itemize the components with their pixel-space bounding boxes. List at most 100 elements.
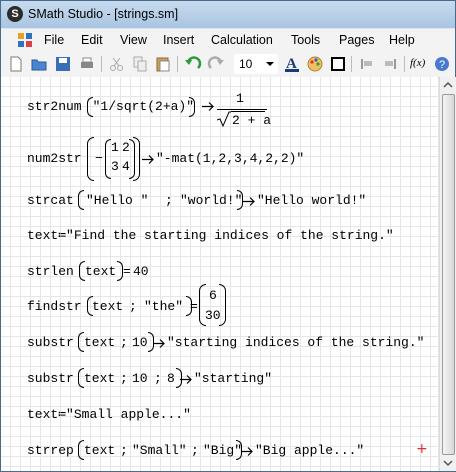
menu-insert[interactable]: Insert [163, 33, 194, 47]
expr-substr[interactable]: substr [27, 335, 74, 350]
argument: text [84, 371, 116, 386]
new-file-icon[interactable] [7, 55, 25, 73]
string-literal: "Find the starting indices of the string… [66, 228, 394, 243]
undo-icon[interactable] [184, 55, 202, 73]
string-literal: "Small apple..." [66, 407, 191, 422]
expr-num2str[interactable]: num2str [27, 151, 82, 166]
color-palette-icon[interactable] [306, 55, 324, 73]
argument: text [84, 443, 116, 458]
arrow-icon [243, 197, 255, 206]
matrix-cell: 1 [111, 140, 119, 155]
vertical-scrollbar[interactable] [439, 77, 456, 471]
arrow-icon [142, 155, 154, 164]
argument: text [85, 264, 117, 279]
scroll-down-icon[interactable] [440, 455, 456, 471]
argument: 10 [132, 371, 148, 386]
title-bar[interactable]: S SMath Studio - [strings.sm] [1, 1, 455, 28]
expr-findstr[interactable]: findstr [27, 299, 82, 314]
copy-icon[interactable] [131, 55, 149, 73]
menu-help[interactable]: Help [389, 33, 415, 47]
font-size-select[interactable]: 10 [234, 54, 278, 74]
toolbar-separator [351, 56, 352, 72]
worksheet-canvas[interactable]: str2num "1/sqrt(2+a)" 1 2 + a num2str − 1… [1, 77, 438, 471]
string-literal: "the" [144, 299, 184, 314]
left-paren [78, 190, 84, 210]
help-icon[interactable]: ? [433, 55, 451, 73]
result-value: 40 [133, 264, 149, 279]
font-color-icon[interactable]: A [283, 55, 301, 73]
matrix-cell: 3 [111, 159, 119, 174]
expr-assign-text[interactable]: text≔"Small apple..." [27, 407, 191, 422]
menu-calculation[interactable]: Calculation [211, 33, 273, 47]
save-icon[interactable] [54, 55, 72, 73]
string-literal: "1/sqrt(2+a)" [92, 99, 195, 114]
function-name: substr [27, 371, 74, 386]
vector-right-bracket [219, 284, 226, 326]
toolbar-separator [177, 56, 178, 72]
argument: 8 [167, 371, 175, 386]
function-name: num2str [27, 151, 82, 166]
menu-tools[interactable]: Tools [291, 33, 320, 47]
align-right-icon[interactable] [381, 55, 399, 73]
vector-cell: 6 [209, 288, 217, 303]
fraction-numerator: 1 [236, 91, 244, 106]
expr-strcat[interactable]: strcat [27, 193, 74, 208]
right-paren [189, 97, 195, 117]
doc-menu-icon[interactable] [18, 33, 32, 47]
separator: ; [191, 443, 199, 458]
variable-name: text [27, 407, 59, 422]
string-literal: "Hello " [86, 193, 149, 208]
scroll-up-icon[interactable] [440, 77, 456, 93]
toolbar-separator [404, 56, 405, 72]
sqrt-sign [217, 111, 231, 127]
align-left-icon[interactable] [358, 55, 376, 73]
left-paren [87, 97, 93, 117]
fraction-denominator: 2 + a [232, 113, 272, 128]
border-icon[interactable] [329, 55, 347, 73]
cut-icon[interactable] [108, 55, 126, 73]
expr-assign-text[interactable]: text≔"Find the starting indices of the s… [27, 228, 394, 243]
separator: ; [154, 371, 162, 386]
assign-operator: ≔ [58, 228, 67, 243]
expr-substr[interactable]: substr [27, 371, 74, 386]
paste-icon[interactable] [154, 55, 172, 73]
open-folder-icon[interactable] [30, 55, 48, 73]
menu-edit[interactable]: Edit [81, 33, 103, 47]
print-icon[interactable] [78, 55, 96, 73]
window-title: SMath Studio - [strings.sm] [28, 7, 179, 21]
sqrt-vinculum [231, 111, 265, 112]
minus-sign: − [95, 151, 103, 166]
separator: ; [129, 299, 137, 314]
toolbar: 10 A f(x) ? [1, 51, 455, 78]
menu-bar: File Edit View Insert Calculation Tools … [1, 29, 455, 51]
scroll-thumb[interactable] [442, 94, 455, 455]
result-string: "Big apple..." [255, 443, 365, 458]
separator: ; [120, 443, 128, 458]
function-name: strlen [27, 264, 74, 279]
separator: ; [120, 335, 128, 350]
redo-icon[interactable] [207, 55, 225, 73]
variable-name: text [27, 228, 59, 243]
menu-view[interactable]: View [120, 33, 147, 47]
arrow-icon [241, 447, 253, 456]
function-name: strrep [27, 443, 74, 458]
result-string: "-mat(1,2,3,4,2,2)" [156, 151, 305, 166]
menu-pages[interactable]: Pages [339, 33, 374, 47]
equals-sign: = [190, 299, 198, 314]
function-name: strcat [27, 193, 74, 208]
right-paren [133, 137, 140, 181]
fraction-bar [217, 109, 267, 110]
function-button[interactable]: f(x) [410, 57, 425, 69]
result-string: "starting indices of the string." [167, 335, 425, 350]
string-literal: "world!" [180, 193, 243, 208]
expr-str2num[interactable]: str2num "1/sqrt(2+a)" [27, 99, 194, 114]
expr-strlen[interactable]: strlen [27, 264, 74, 279]
menu-file[interactable]: File [44, 33, 64, 47]
chevron-down-icon [266, 62, 274, 66]
expr-strrep[interactable]: strrep [27, 443, 74, 458]
app-window: S SMath Studio - [strings.sm] File Edit … [0, 0, 456, 472]
separator: ; [120, 371, 128, 386]
arrow-icon [180, 375, 192, 384]
string-literal: "Small" [132, 443, 187, 458]
arrow-icon [202, 102, 214, 111]
